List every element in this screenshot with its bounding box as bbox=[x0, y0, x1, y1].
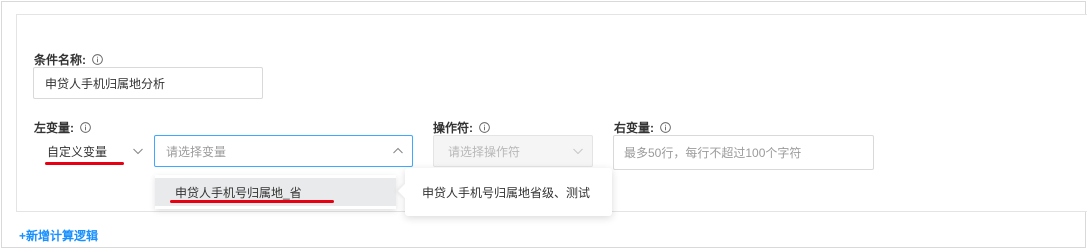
info-icon[interactable] bbox=[660, 122, 671, 133]
variable-select[interactable]: 请选择变量 bbox=[154, 135, 413, 167]
condition-name-label: 条件名称: bbox=[34, 51, 103, 68]
right-variable-label: 右变量: bbox=[614, 119, 671, 136]
annotation-underline-option bbox=[170, 200, 334, 203]
variable-select-placeholder: 请选择变量 bbox=[166, 144, 227, 159]
add-logic-link[interactable]: +新增计算逻辑 bbox=[19, 227, 98, 244]
annotation-underline-type bbox=[45, 162, 124, 165]
left-variable-label: 左变量: bbox=[34, 119, 91, 136]
operator-label-text: 操作符: bbox=[433, 121, 473, 135]
variable-type-value: 自定义变量 bbox=[47, 144, 108, 159]
tooltip-text: 申贷人手机号归属地省级、测试 bbox=[422, 185, 591, 200]
info-icon[interactable] bbox=[80, 122, 91, 133]
dropdown-option-label: 申贷人手机号归属地_省 bbox=[175, 185, 302, 200]
left-variable-label-text: 左变量: bbox=[34, 121, 74, 135]
chevron-down-icon bbox=[573, 148, 583, 155]
variable-dropdown: 申贷人手机号归属地_省 bbox=[155, 175, 396, 209]
option-tooltip: 申贷人手机号归属地省级、测试 bbox=[397, 168, 612, 216]
chevron-down-icon bbox=[133, 148, 143, 155]
right-variable-placeholder: 最多50行，每行不超过100个字符 bbox=[624, 146, 802, 160]
chevron-up-icon bbox=[393, 147, 403, 154]
operator-label: 操作符: bbox=[433, 119, 490, 136]
right-variable-textarea[interactable]: 最多50行，每行不超过100个字符 bbox=[613, 135, 874, 170]
right-variable-label-text: 右变量: bbox=[614, 121, 654, 135]
condition-name-label-text: 条件名称: bbox=[34, 53, 86, 67]
condition-name-value: 申贷人手机归属地分析 bbox=[45, 76, 166, 91]
info-icon[interactable] bbox=[92, 54, 103, 65]
info-icon[interactable] bbox=[479, 122, 490, 133]
operator-select-placeholder: 请选择操作符 bbox=[448, 144, 521, 159]
operator-select[interactable]: 请选择操作符 bbox=[433, 135, 593, 167]
condition-name-input[interactable]: 申贷人手机归属地分析 bbox=[33, 67, 263, 99]
